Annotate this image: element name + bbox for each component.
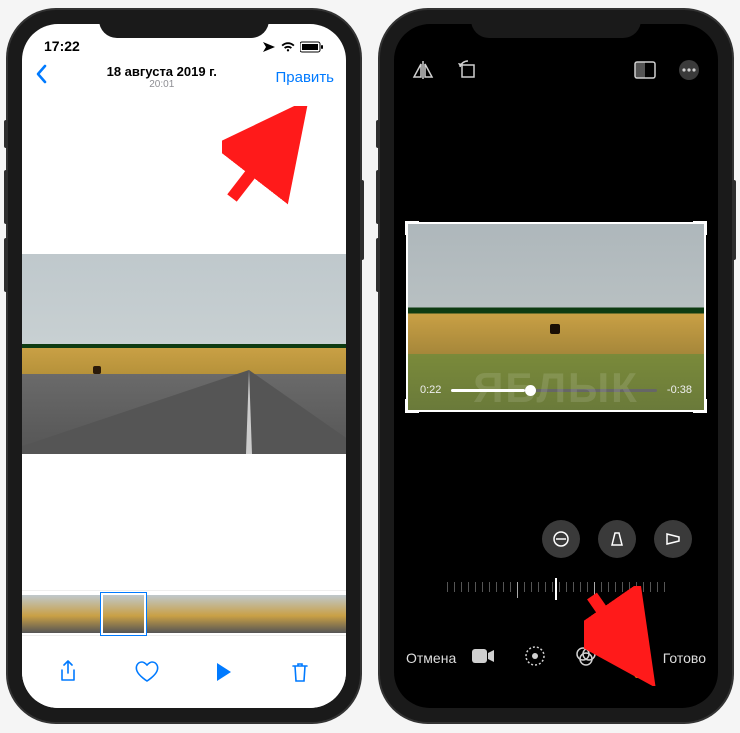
share-icon[interactable] [58,660,78,690]
scrubber[interactable]: 0:22 -0:38 [420,384,692,396]
viewer-toolbar [22,652,346,708]
editor-toolbar: Отмена Готово [394,626,718,708]
done-button[interactable]: Готово [663,650,706,666]
straighten-icon[interactable] [542,520,580,558]
thumb[interactable] [184,595,225,633]
crop-handle-tl[interactable] [405,221,419,235]
cancel-button[interactable]: Отмена [406,650,456,666]
rotate-icon[interactable] [456,59,478,81]
crop-tab-icon[interactable] [626,645,648,672]
filters-tab-icon[interactable] [575,645,597,672]
photo-date: 18 августа 2019 г. [48,64,276,79]
editor-topbar [394,24,718,92]
scrub-remaining: -0:38 [667,384,692,396]
thumb[interactable] [306,595,347,633]
trash-icon[interactable] [290,661,310,689]
battery-icon [300,40,324,52]
thumb[interactable] [144,595,185,633]
rotation-dial[interactable] [394,570,718,610]
thumbnail-strip[interactable] [22,590,346,636]
crop-handle-br[interactable] [693,399,707,413]
viewer-navbar: 18 августа 2019 г. 20:01 Править [22,58,346,94]
straighten-tabs [394,520,718,558]
airplane-mode-icon [262,40,276,52]
back-button[interactable] [34,64,48,90]
more-icon[interactable] [678,59,700,81]
vertical-perspective-icon[interactable] [598,520,636,558]
nav-title: 18 августа 2019 г. 20:01 [48,64,276,90]
phone-viewer: 17:22 18 августа 2019 г. 20:01 [8,10,360,722]
scrub-track[interactable] [451,389,657,392]
status-time: 17:22 [44,38,80,54]
scrub-current: 0:22 [420,384,441,396]
horizontal-perspective-icon[interactable] [654,520,692,558]
aspect-icon[interactable] [634,59,656,81]
video-tab-icon[interactable] [471,648,495,669]
phone-editor: 0:22 -0:38 ЯБЛЫК [380,10,732,722]
thumb[interactable] [63,595,104,633]
editor-body: 0:22 -0:38 ЯБЛЫК [394,92,718,708]
edit-button[interactable]: Править [276,69,335,86]
status-bar: 17:22 [22,24,346,58]
thumb[interactable] [22,595,63,633]
flip-icon[interactable] [412,59,434,81]
photo-time: 20:01 [48,79,276,90]
crop-handle-tr[interactable] [693,221,707,235]
wifi-icon [280,40,296,52]
play-icon[interactable] [215,662,233,688]
favorite-icon[interactable] [135,661,159,689]
thumb[interactable] [225,595,266,633]
adjust-tab-icon[interactable] [524,645,546,672]
crop-frame[interactable]: 0:22 -0:38 [406,222,706,412]
video-preview[interactable] [22,254,346,454]
video-frame: 0:22 -0:38 [408,224,704,410]
thumb[interactable] [265,595,306,633]
crop-handle-bl[interactable] [405,399,419,413]
thumb-selected[interactable] [103,595,144,633]
viewer-body [22,94,346,708]
